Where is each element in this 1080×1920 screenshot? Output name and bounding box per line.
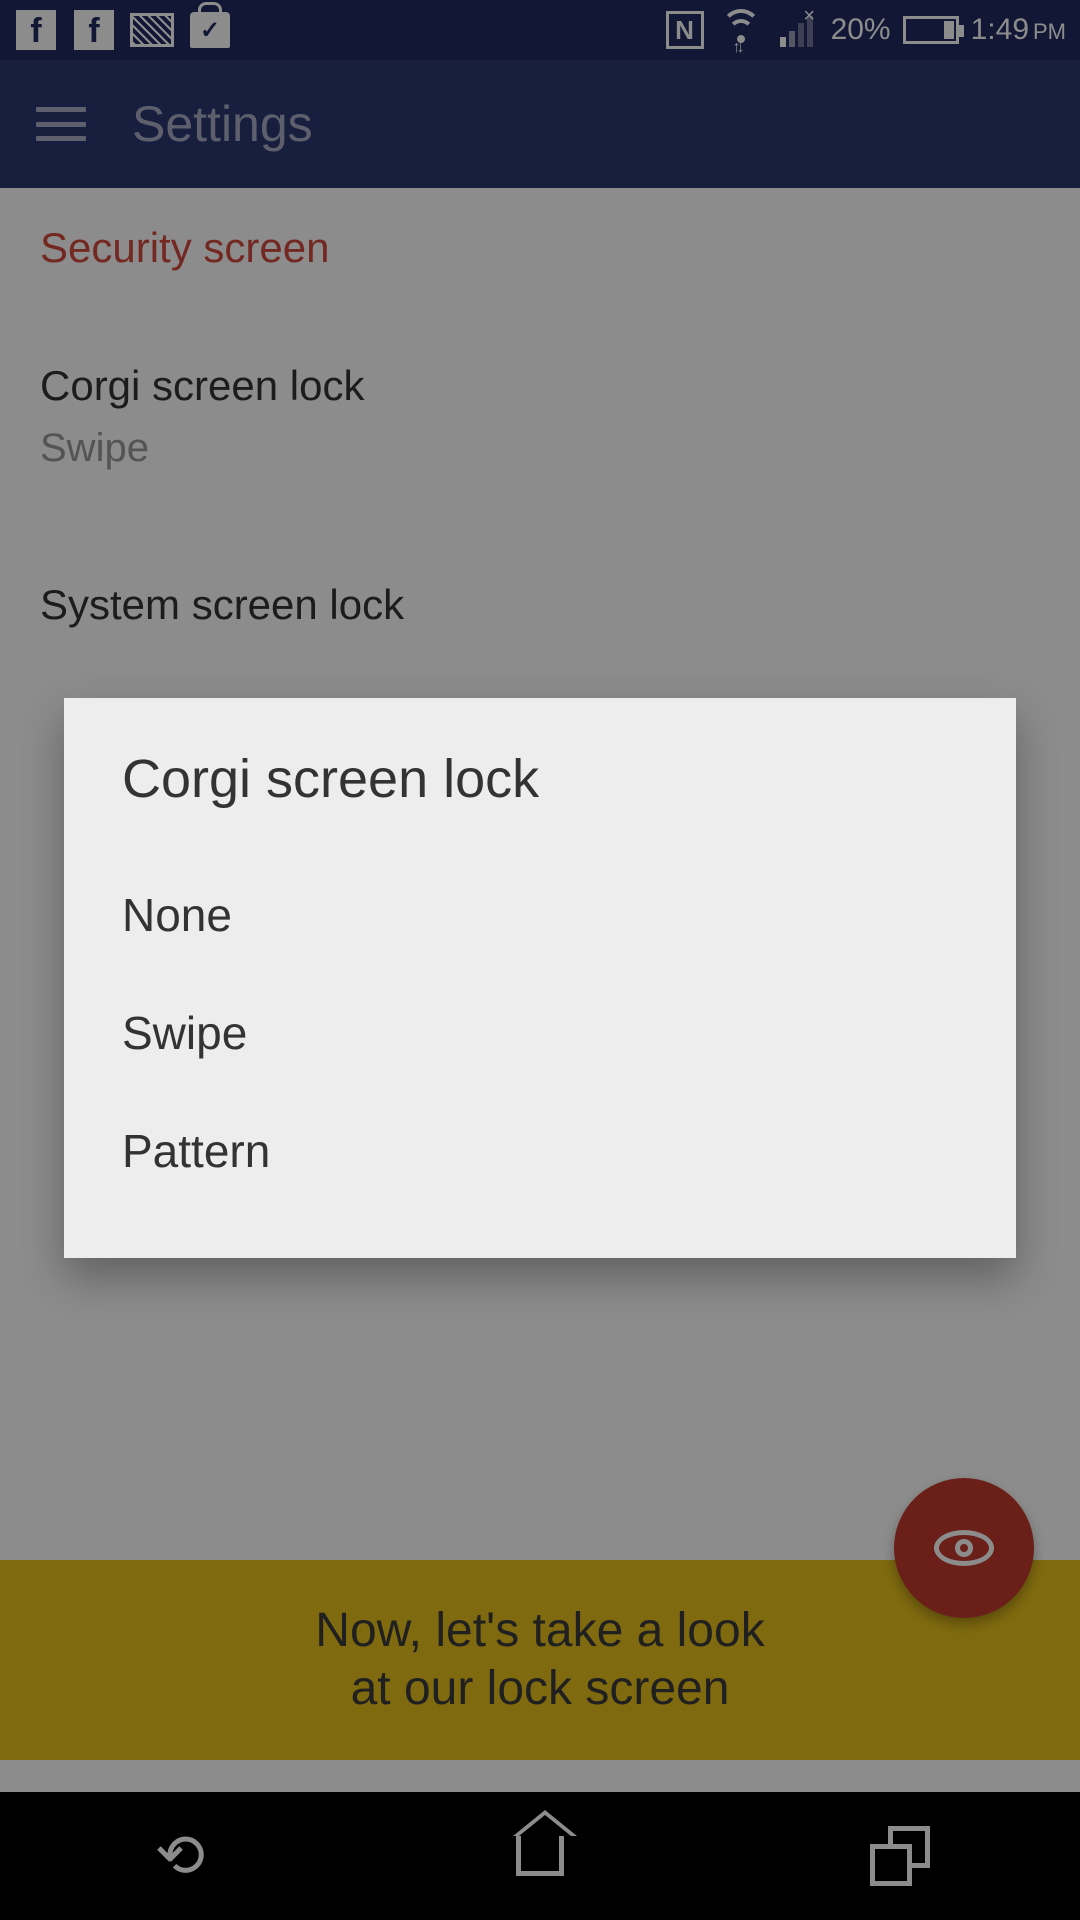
dialog-option-none[interactable]: None xyxy=(122,856,958,974)
dialog-option-pattern[interactable]: Pattern xyxy=(122,1092,958,1210)
screen-lock-dialog: Corgi screen lock None Swipe Pattern xyxy=(64,698,1016,1258)
dialog-option-swipe[interactable]: Swipe xyxy=(122,974,958,1092)
dialog-title: Corgi screen lock xyxy=(122,748,958,810)
